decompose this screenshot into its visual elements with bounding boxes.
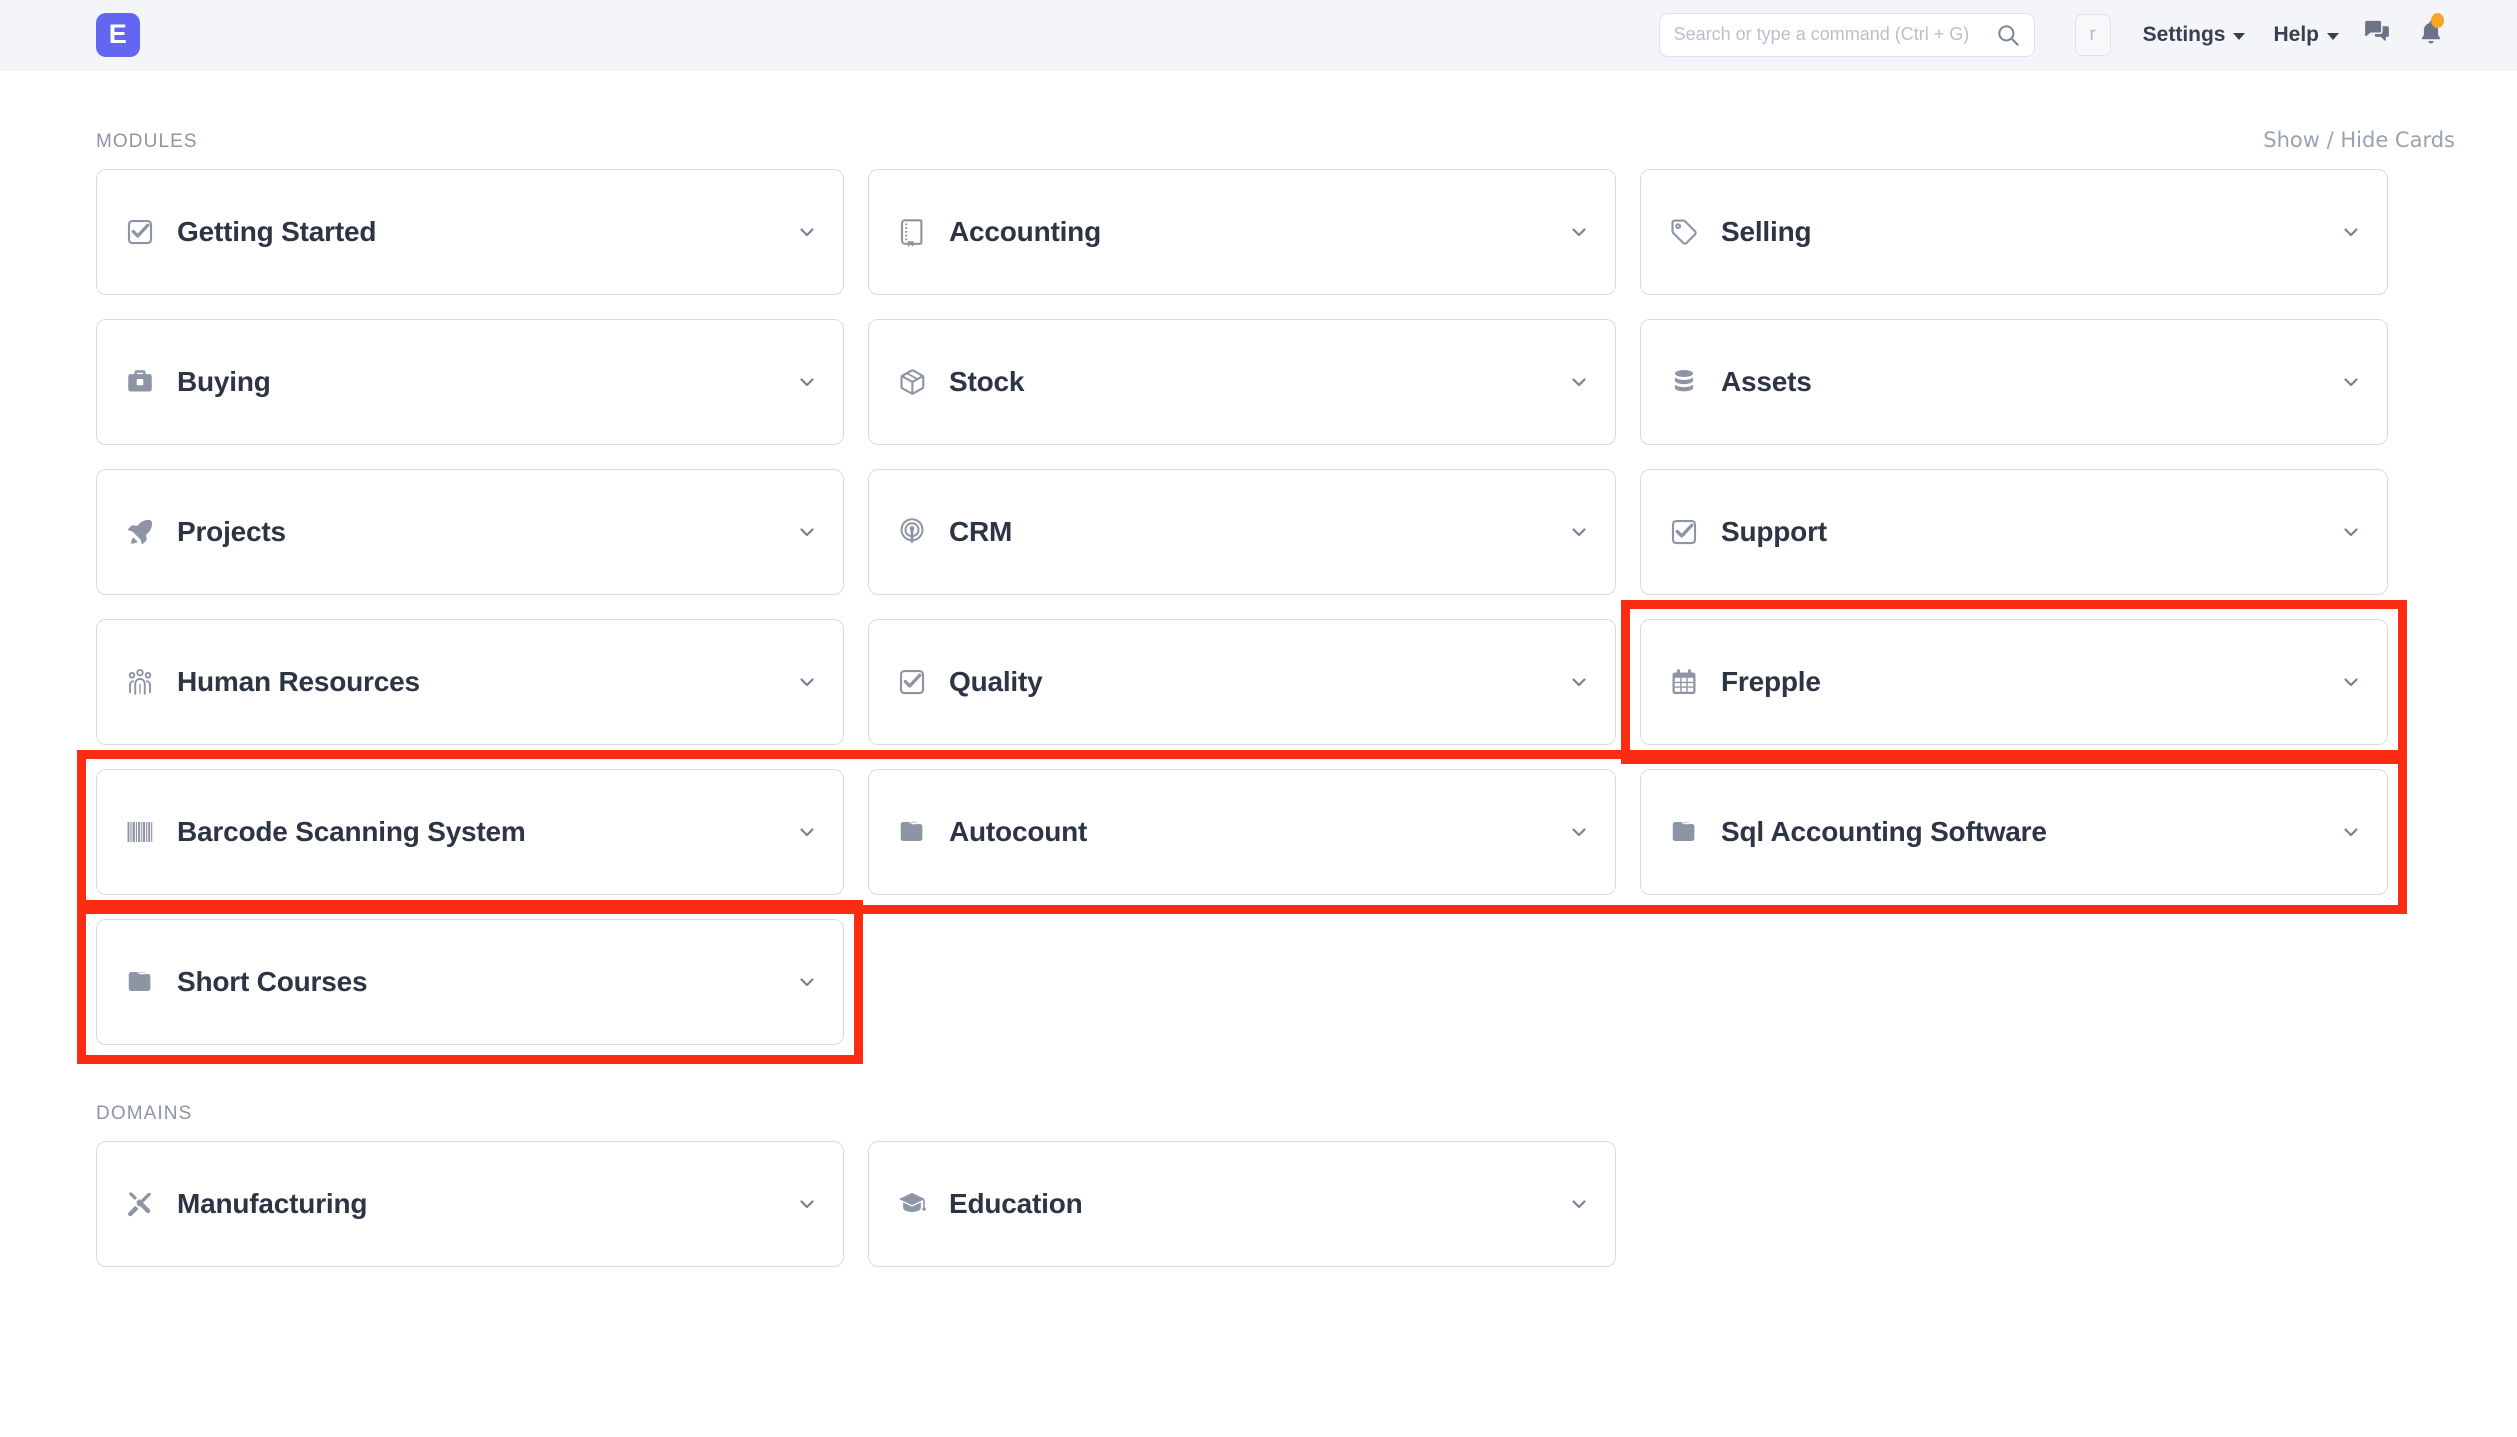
chevron-down-icon[interactable] [2339, 820, 2363, 844]
chevron-down-icon[interactable] [795, 970, 819, 994]
card-selling[interactable]: Selling [1640, 169, 2388, 295]
briefcase-icon [123, 365, 157, 399]
chevron-down-icon[interactable] [795, 370, 819, 394]
tools-cross-icon [123, 1187, 157, 1221]
domains-section-header: DOMAINS [96, 1045, 2455, 1141]
card-frepple[interactable]: Frepple [1640, 619, 2388, 745]
card-education[interactable]: Education [868, 1141, 1616, 1267]
chevron-down-icon[interactable] [795, 1192, 819, 1216]
card-buying[interactable]: Buying [96, 319, 844, 445]
chevron-down-icon[interactable] [795, 820, 819, 844]
chevron-down-icon[interactable] [1567, 1192, 1591, 1216]
card-label: Education [949, 1188, 1567, 1220]
database-stack-icon [1667, 365, 1701, 399]
modules-section-title: MODULES [96, 131, 198, 153]
chevron-down-icon[interactable] [2339, 220, 2363, 244]
chevron-down-icon[interactable] [1567, 220, 1591, 244]
folder-icon [123, 965, 157, 999]
card-label: Short Courses [177, 966, 795, 998]
card-projects[interactable]: Projects [96, 469, 844, 595]
card-label: Human Resources [177, 666, 795, 698]
chevron-down-icon[interactable] [1567, 820, 1591, 844]
card-label: Manufacturing [177, 1188, 795, 1220]
folder-icon [1667, 815, 1701, 849]
chevron-down-icon [2233, 33, 2245, 40]
modules-section-header: MODULES Show / Hide Cards [96, 70, 2455, 169]
checkbox-check-icon [1667, 515, 1701, 549]
price-tag-icon [1667, 215, 1701, 249]
card-label: Buying [177, 366, 795, 398]
card-barcode-scanning-system[interactable]: Barcode Scanning System [96, 769, 844, 895]
card-label: Selling [1721, 216, 2339, 248]
card-human-resources[interactable]: Human Resources [96, 619, 844, 745]
top-navbar: E r Settings Help [0, 0, 2517, 70]
graduation-cap-icon [895, 1187, 929, 1221]
search-container [1659, 13, 2035, 57]
chevron-down-icon[interactable] [1567, 670, 1591, 694]
card-label: Frepple [1721, 666, 2339, 698]
app-logo-letter: E [109, 21, 128, 48]
card-autocount[interactable]: Autocount [868, 769, 1616, 895]
chevron-down-icon[interactable] [2339, 370, 2363, 394]
card-stock[interactable]: Stock [868, 319, 1616, 445]
barcode-icon [123, 815, 157, 849]
chevron-down-icon[interactable] [795, 520, 819, 544]
settings-menu[interactable]: Settings [2129, 17, 2260, 53]
chevron-down-icon [2327, 33, 2339, 40]
card-label: Stock [949, 366, 1567, 398]
people-group-icon [123, 665, 157, 699]
show-hide-cards-link[interactable]: Show / Hide Cards [2263, 128, 2455, 152]
page-body: MODULES Show / Hide Cards Getting Starte… [0, 70, 2517, 1267]
card-sql-accounting-software[interactable]: Sql Accounting Software [1640, 769, 2388, 895]
card-label: CRM [949, 516, 1567, 548]
checkbox-check-icon [895, 665, 929, 699]
help-menu[interactable]: Help [2259, 17, 2353, 53]
card-label: Support [1721, 516, 2339, 548]
rocket-icon [123, 515, 157, 549]
card-label: Quality [949, 666, 1567, 698]
domains-section-title: DOMAINS [96, 1103, 192, 1125]
notifications-button[interactable] [2407, 11, 2455, 59]
chat-icon [2362, 17, 2392, 52]
avatar[interactable]: r [2075, 14, 2111, 56]
card-label: Barcode Scanning System [177, 816, 795, 848]
card-label: Projects [177, 516, 795, 548]
app-logo[interactable]: E [96, 13, 140, 57]
card-label: Accounting [949, 216, 1567, 248]
chevron-down-icon[interactable] [1567, 370, 1591, 394]
card-label: Assets [1721, 366, 2339, 398]
chevron-down-icon[interactable] [795, 220, 819, 244]
avatar-initial: r [2089, 24, 2095, 46]
chevron-down-icon[interactable] [2339, 670, 2363, 694]
help-menu-label: Help [2273, 23, 2319, 47]
target-radar-icon [895, 515, 929, 549]
ledger-book-icon [895, 215, 929, 249]
card-crm[interactable]: CRM [868, 469, 1616, 595]
search-input[interactable] [1659, 13, 2035, 57]
settings-menu-label: Settings [2143, 23, 2226, 47]
card-accounting[interactable]: Accounting [868, 169, 1616, 295]
card-short-courses[interactable]: Short Courses [96, 919, 844, 1045]
navbar-right-actions: r Settings Help [2075, 11, 2455, 59]
chevron-down-icon[interactable] [1567, 520, 1591, 544]
card-label: Sql Accounting Software [1721, 816, 2339, 848]
checkbox-check-icon [123, 215, 157, 249]
domains-card-grid: Manufacturing Education [96, 1141, 2455, 1267]
folder-icon [895, 815, 929, 849]
card-label: Autocount [949, 816, 1567, 848]
chevron-down-icon[interactable] [2339, 520, 2363, 544]
modules-card-grid: Getting Started Accounting Selling Buying St… [96, 169, 2455, 1045]
chat-button[interactable] [2353, 11, 2401, 59]
card-assets[interactable]: Assets [1640, 319, 2388, 445]
notification-badge-dot [2431, 13, 2444, 28]
chevron-down-icon[interactable] [795, 670, 819, 694]
card-support[interactable]: Support [1640, 469, 2388, 595]
card-label: Getting Started [177, 216, 795, 248]
card-manufacturing[interactable]: Manufacturing [96, 1141, 844, 1267]
card-quality[interactable]: Quality [868, 619, 1616, 745]
card-getting-started[interactable]: Getting Started [96, 169, 844, 295]
calendar-icon [1667, 665, 1701, 699]
box-package-icon [895, 365, 929, 399]
